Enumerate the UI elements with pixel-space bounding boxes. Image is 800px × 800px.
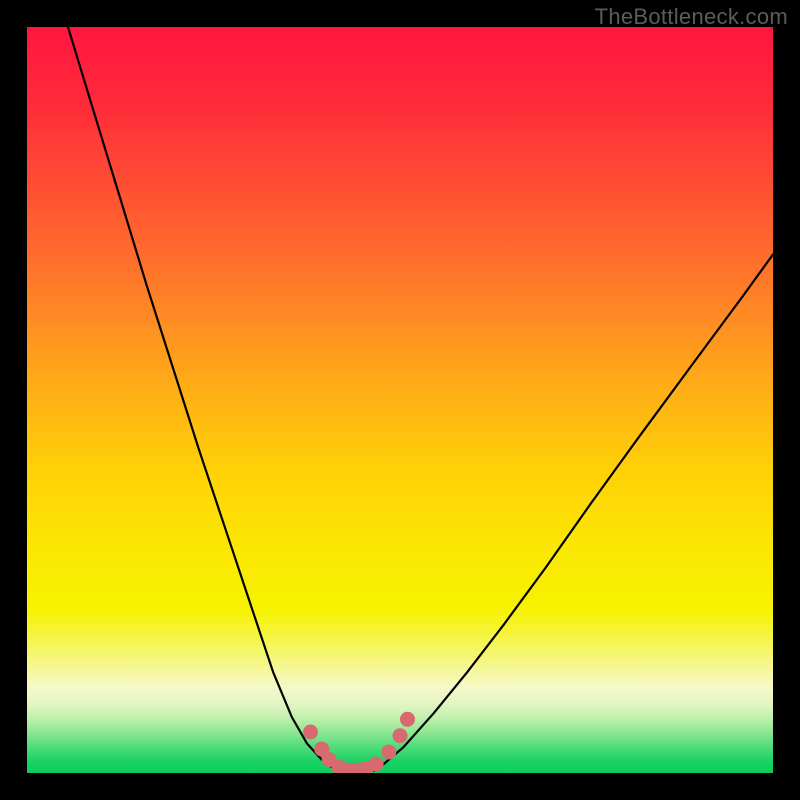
chart-svg: [27, 27, 773, 773]
valley-marker-dot: [400, 712, 415, 727]
valley-marker-dot: [393, 728, 408, 743]
valley-marker-dot: [303, 725, 318, 740]
plot-area: [27, 27, 773, 773]
chart-frame: TheBottleneck.com: [0, 0, 800, 800]
valley-marker-dot: [369, 757, 384, 772]
valley-marker-dot: [381, 745, 396, 760]
gradient-background: [27, 27, 773, 773]
watermark-text: TheBottleneck.com: [595, 4, 788, 30]
